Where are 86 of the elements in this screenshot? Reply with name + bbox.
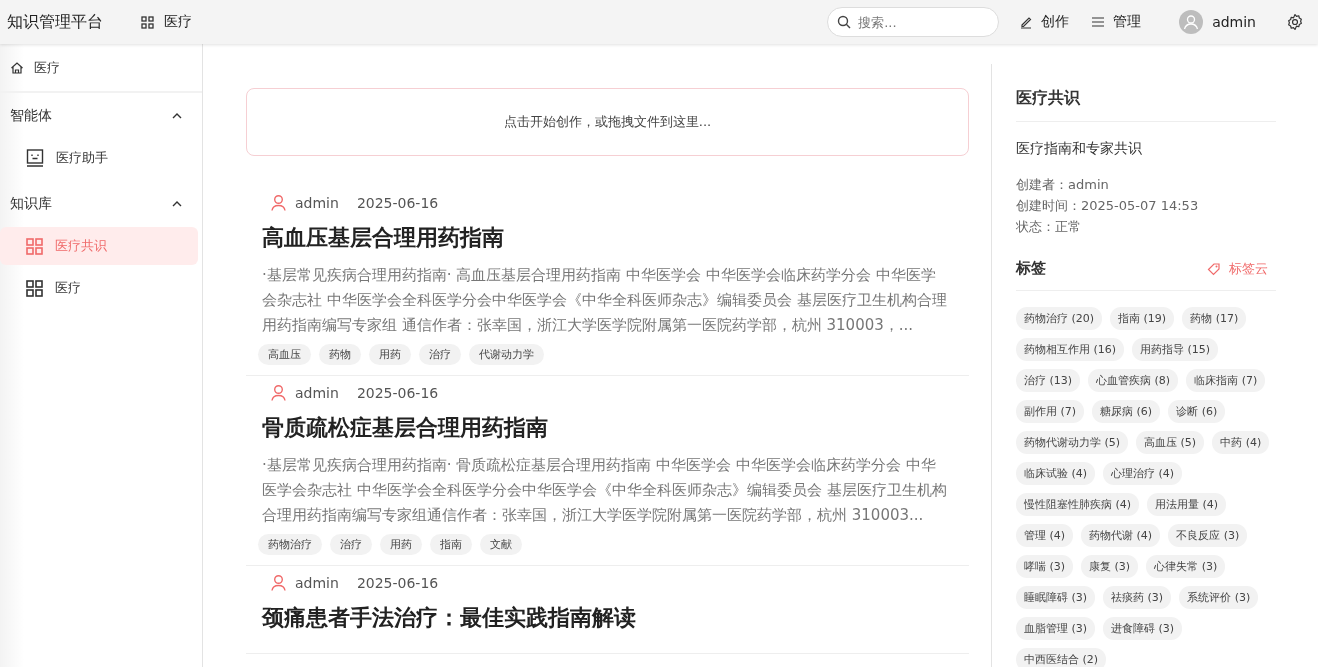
- tag-chip[interactable]: 药物代谢 (4): [1081, 524, 1161, 547]
- article-tag[interactable]: 用药: [380, 534, 422, 555]
- tag-chip[interactable]: 治疗 (13): [1016, 369, 1081, 392]
- tag-chip[interactable]: 临床试验 (4): [1016, 462, 1096, 485]
- author-name: admin: [295, 574, 339, 591]
- user-menu[interactable]: admin: [1179, 10, 1256, 34]
- tag-chip[interactable]: 药物相互作用 (16): [1016, 338, 1125, 361]
- tag-chip[interactable]: 管理 (4): [1016, 524, 1074, 547]
- meta-line: 状态：正常: [1016, 218, 1082, 236]
- tags-heading: 标签: [1016, 259, 1046, 278]
- sidebar-item[interactable]: 医疗: [0, 269, 198, 307]
- author-name: admin: [295, 384, 339, 401]
- settings-icon[interactable]: [1286, 13, 1304, 31]
- create-drop-zone[interactable]: 点击开始创作，或拖拽文件到这里...: [246, 88, 969, 156]
- app-title: 知识管理平台: [7, 11, 103, 33]
- article-tag[interactable]: 文献: [480, 534, 522, 555]
- tag-chip[interactable]: 血脂管理 (3): [1016, 617, 1096, 640]
- user-icon: [270, 194, 287, 211]
- collection-description: 医疗指南和专家共识: [1016, 140, 1143, 158]
- post-date: 2025-06-16: [356, 574, 439, 591]
- article-title[interactable]: 颈痛患者手法治疗：最佳实践指南解读: [262, 603, 969, 633]
- tag-chip[interactable]: 心血管疾病 (8): [1088, 369, 1179, 392]
- tag-chip[interactable]: 康复 (3): [1081, 555, 1139, 578]
- tag-chip[interactable]: 中药 (4): [1212, 431, 1270, 454]
- user-icon: [270, 574, 287, 591]
- chevron-icon: [172, 113, 182, 119]
- home-icon: [10, 60, 24, 75]
- article-title[interactable]: 骨质疏松症基层合理用药指南: [262, 413, 969, 443]
- tag-chip[interactable]: 慢性阻塞性肺疾病 (4): [1016, 493, 1140, 516]
- post-date: 2025-06-16: [356, 384, 439, 401]
- article-tag[interactable]: 代谢动力学: [469, 344, 544, 365]
- chevron-icon: [172, 201, 182, 207]
- tag-chip[interactable]: 药物治疗 (20): [1016, 307, 1103, 330]
- article-excerpt: ·基层常见疾病合理用药指南· 骨质疏松症基层合理用药指南 中华医学会 中华医学会临床药学分会 中华医学会杂志社 中华医学会全科医学分会中华医学会《中华全科医师杂志》编辑委员会 基层医疗卫生机构合理用药指南编写专家组通信作者：张幸国，浙江大学医学院附属第一医院药学部，杭州 310003...: [262, 455, 948, 526]
- article-tag[interactable]: 用药: [369, 344, 411, 365]
- create-link[interactable]: 创作: [1019, 13, 1070, 31]
- article-tag[interactable]: 高血压: [258, 344, 311, 365]
- user-icon: [270, 384, 287, 401]
- meta-line: 创建时间：2025-05-07 14:53: [1016, 197, 1200, 215]
- article-tag[interactable]: 治疗: [419, 344, 461, 365]
- tag-chip[interactable]: 中西医结合 (2): [1016, 648, 1107, 667]
- search-field[interactable]: 搜索...: [827, 7, 1000, 37]
- tag-chip[interactable]: 祛痰药 (3): [1103, 586, 1172, 609]
- tag-chip[interactable]: 药物代谢动力学 (5): [1016, 431, 1129, 454]
- article-tag[interactable]: 药物: [319, 344, 361, 365]
- tag-chip[interactable]: 药物 (17): [1182, 307, 1247, 330]
- sidebar-item[interactable]: 医疗助手: [0, 139, 198, 177]
- article-tag[interactable]: 指南: [430, 534, 472, 555]
- grid-icon: [26, 237, 43, 255]
- article-tag[interactable]: 药物治疗: [258, 534, 322, 555]
- manage-link[interactable]: 管理: [1091, 13, 1142, 31]
- tag-chip[interactable]: 心理治疗 (4): [1103, 462, 1183, 485]
- home-link[interactable]: 医疗: [0, 44, 202, 93]
- tag-chip[interactable]: 糖尿病 (6): [1092, 400, 1161, 423]
- grid-icon: [141, 15, 154, 29]
- tag-chip[interactable]: 进食障碍 (3): [1103, 617, 1183, 640]
- tag-chip[interactable]: 指南 (19): [1110, 307, 1175, 330]
- panel-title: 医疗共识: [1016, 88, 1276, 122]
- robot-face-icon: [26, 149, 44, 167]
- tag-chip[interactable]: 高血压 (5): [1136, 431, 1205, 454]
- menu-icon: [1091, 15, 1106, 29]
- tag-chip[interactable]: 用药指导 (15): [1132, 338, 1219, 361]
- meta-line: 创建者：admin: [1016, 176, 1110, 194]
- tag-chip[interactable]: 用法用量 (4): [1147, 493, 1227, 516]
- tag-icon: [1207, 261, 1221, 276]
- author-name: admin: [295, 194, 339, 211]
- drop-zone-hint: 点击开始创作，或拖拽文件到这里...: [503, 113, 712, 131]
- article-title[interactable]: 高血压基层合理用药指南: [262, 223, 969, 253]
- sidebar-group-header[interactable]: 知识库: [0, 181, 202, 227]
- article-tag[interactable]: 治疗: [330, 534, 372, 555]
- tag-chip[interactable]: 临床指南 (7): [1186, 369, 1266, 392]
- post-date: 2025-06-16: [356, 194, 439, 211]
- tag-chip[interactable]: 系统评价 (3): [1179, 586, 1259, 609]
- tag-chip[interactable]: 副作用 (7): [1016, 400, 1085, 423]
- tag-chip[interactable]: 不良反应 (3): [1168, 524, 1248, 547]
- tag-chip[interactable]: 睡眠障碍 (3): [1016, 586, 1096, 609]
- tag-chip[interactable]: 哮喘 (3): [1016, 555, 1074, 578]
- sidebar-group-header[interactable]: 智能体: [0, 93, 202, 139]
- article-excerpt: ·基层常见疾病合理用药指南· 高血压基层合理用药指南 中华医学会 中华医学会临床药学分会 中华医学会杂志社 中华医学会全科医学分会中华医学会《中华全科医师杂志》编辑委员会 基层医疗卫生机构合理用药指南编写专家组 通信作者：张幸国，浙江大学医学院附属第一医院药学部，杭州 310003，...: [262, 265, 948, 336]
- search-icon: [837, 15, 852, 29]
- pencil-icon: [1019, 15, 1034, 29]
- tag-chip[interactable]: 心律失常 (3): [1146, 555, 1226, 578]
- grid-icon: [26, 279, 43, 297]
- avatar-icon: [1179, 10, 1204, 34]
- tag-chip[interactable]: 诊断 (6): [1168, 400, 1226, 423]
- breadcrumb-link[interactable]: 医疗: [141, 13, 192, 31]
